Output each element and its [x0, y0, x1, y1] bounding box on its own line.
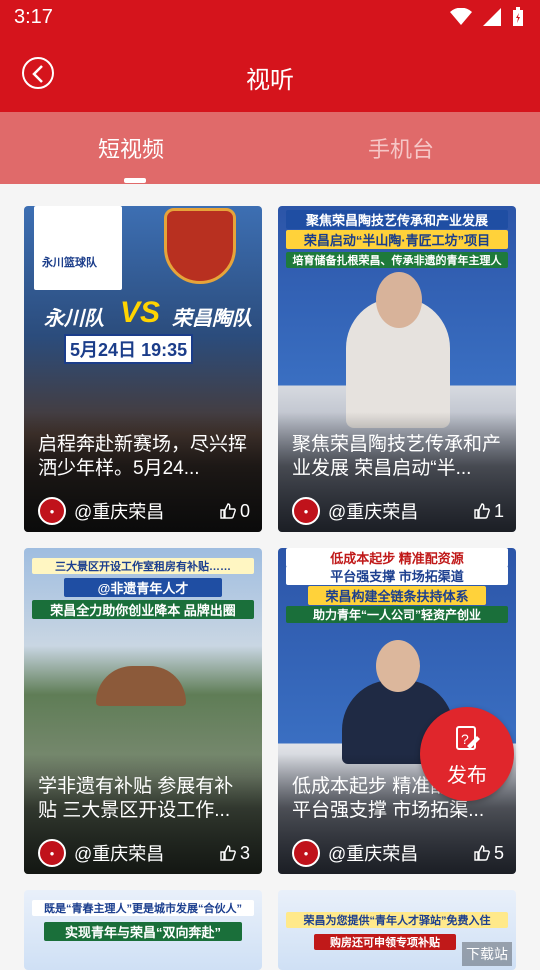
video-banner: 助力青年“一人公司”轻资产创业	[286, 606, 508, 623]
video-caption: 学非遗有补贴 参展有补贴 三大景区开设工作...	[38, 776, 234, 821]
app-header: 视听	[0, 36, 540, 112]
video-card[interactable]: 既是“青春主理人”更是城市发展“合伙人” 实现青年与荣昌“双向奔赴”	[24, 890, 262, 970]
like-button[interactable]: 3	[220, 843, 250, 864]
status-icons	[450, 7, 524, 27]
landscape-building	[96, 666, 186, 706]
thumbs-up-icon	[474, 845, 490, 861]
like-button[interactable]: 0	[220, 501, 250, 522]
like-count: 0	[239, 500, 250, 521]
video-banner: 低成本起步 精准配资源	[286, 548, 508, 567]
speaker-head	[376, 640, 420, 692]
video-banner: 平台强支撑 市场拓渠道	[286, 566, 508, 585]
date-box: 5月24日 19:35	[64, 334, 194, 364]
tab-mobile-station[interactable]: 手机台	[368, 132, 434, 164]
emblem-icon	[164, 208, 236, 284]
video-banner: 三大景区开设工作室租房有补贴……	[32, 558, 254, 574]
edit-document-icon: ?	[456, 726, 480, 750]
video-banner: 培育储备扎根荣昌、传承非遗的青年主理人	[286, 252, 508, 268]
author-name: @重庆荣昌	[74, 502, 165, 522]
video-banner: 实现青年与荣昌“双向奔赴”	[44, 922, 242, 941]
wifi-icon	[450, 8, 472, 25]
video-caption: 聚焦荣昌陶技艺传承和产业发展 荣昌启动“半...	[292, 434, 502, 479]
like-count: 5	[493, 842, 504, 863]
team-logo	[34, 206, 122, 290]
video-caption: 启程奔赴新赛场，尽兴挥洒少年样。5月24...	[38, 434, 248, 479]
svg-text:?: ?	[461, 731, 469, 747]
video-card[interactable]: 聚焦荣昌陶技艺传承和产业发展 荣昌启动“半山陶·青匠工坊”项目 培育储备扎根荣昌…	[278, 206, 516, 532]
video-banner: 荣昌构建全链条扶持体系	[308, 586, 486, 605]
video-banner: 既是“青春主理人”更是城市发展“合伙人”	[32, 900, 254, 916]
page-title: 视听	[246, 67, 294, 94]
author-row: ● @重庆荣昌 0	[38, 497, 250, 525]
video-banner: 荣昌启动“半山陶·青匠工坊”项目	[286, 230, 508, 249]
tab-bar: 短视频 手机台	[0, 112, 540, 184]
video-banner: 荣昌为您提供“青年人才驿站”免费入住	[286, 912, 508, 928]
thumbs-up-icon	[220, 845, 236, 861]
like-button[interactable]: 5	[474, 843, 504, 864]
video-card[interactable]: 三大景区开设工作室租房有补贴…… @非遗青年人才 荣昌全力助你创业降本 品牌出圈…	[24, 548, 262, 874]
video-card[interactable]: 荣昌为您提供“青年人才驿站”免费入住 购房还可申领专项补贴 下载站	[278, 890, 516, 970]
avatar: ●	[38, 497, 66, 525]
team-b-label: 荣昌陶队	[172, 308, 252, 330]
author-row: ● @重庆荣昌 5	[292, 839, 504, 867]
video-banner: @非遗青年人才	[64, 578, 222, 597]
team-a-label: 永川队	[44, 308, 104, 330]
status-time: 3:17	[14, 6, 53, 28]
avatar: ●	[38, 839, 66, 867]
video-banner: 聚焦荣昌陶技艺传承和产业发展	[286, 210, 508, 229]
battery-icon	[513, 7, 523, 26]
author-row: ● @重庆荣昌 1	[292, 497, 504, 525]
thumbs-up-icon	[220, 503, 236, 519]
author-name: @重庆荣昌	[74, 844, 165, 864]
like-count: 1	[493, 500, 504, 521]
like-count: 3	[239, 842, 250, 863]
video-card[interactable]: 永川篮球队 永川队 VS 荣昌陶队 5月24日 19:35 启程奔赴新赛场，尽兴…	[24, 206, 262, 532]
author-name: @重庆荣昌	[328, 502, 419, 522]
publish-button[interactable]: ? 发布	[420, 707, 514, 801]
like-button[interactable]: 1	[474, 501, 504, 522]
tab-active-indicator	[124, 178, 146, 183]
video-banner: 购房还可申领专项补贴	[314, 934, 456, 950]
status-bar: 3:17	[0, 0, 540, 36]
speaker-head	[376, 272, 422, 328]
author-row: ● @重庆荣昌 3	[38, 839, 250, 867]
thumbs-up-icon	[474, 503, 490, 519]
tab-short-video[interactable]: 短视频	[98, 132, 164, 164]
watermark: 下载站	[462, 942, 512, 966]
author-name: @重庆荣昌	[328, 844, 419, 864]
video-banner: 荣昌全力助你创业降本 品牌出圈	[32, 600, 254, 619]
signal-icon	[483, 8, 501, 26]
avatar: ●	[292, 839, 320, 867]
publish-label: 发布	[447, 765, 487, 787]
avatar: ●	[292, 497, 320, 525]
logo-label: 永川篮球队	[42, 257, 97, 269]
vs-label: VS	[120, 296, 161, 329]
